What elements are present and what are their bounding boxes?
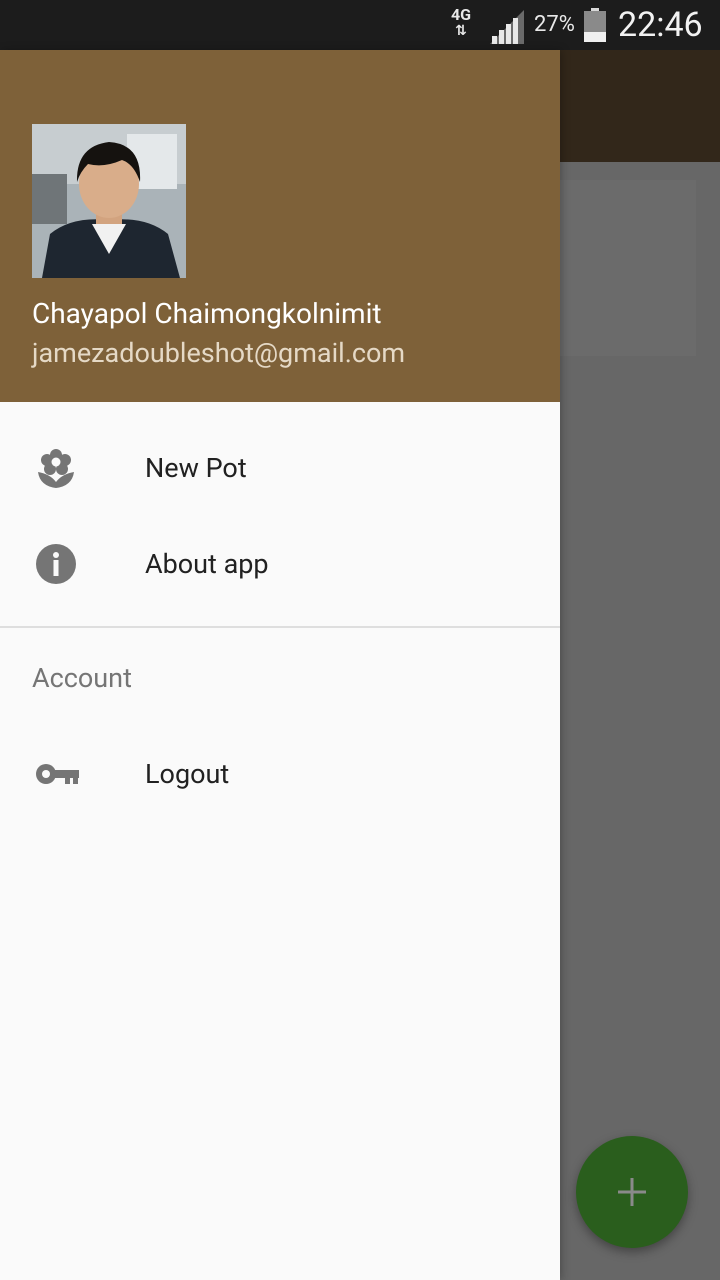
drawer-header: Chayapol Chaimongkolnimit jamezadoublesh… — [0, 50, 560, 402]
navigation-drawer: Chayapol Chaimongkolnimit jamezadoublesh… — [0, 50, 560, 1280]
add-pot-fab[interactable] — [576, 1136, 688, 1248]
user-email: jamezadoubleshot@gmail.com — [32, 337, 406, 369]
signal-icon — [490, 10, 524, 44]
menu-item-logout[interactable]: Logout — [0, 726, 560, 822]
data-arrows-icon: ⇅ — [455, 23, 467, 39]
status-bar: 4G ⇅ 27% 22:46 — [0, 0, 720, 50]
background-card — [560, 180, 696, 356]
network-type: 4G — [450, 5, 472, 24]
background-toolbar — [560, 50, 720, 162]
menu-label-new-pot: New Pot — [145, 452, 247, 484]
menu-item-about-app[interactable]: About app — [0, 516, 560, 612]
avatar[interactable] — [32, 124, 186, 278]
menu-divider — [0, 626, 560, 628]
plus-icon — [618, 1178, 646, 1206]
key-icon — [36, 764, 79, 784]
network-indicator: 4G ⇅ — [446, 6, 476, 44]
info-icon — [36, 544, 76, 584]
account-section-header: Account — [32, 662, 132, 694]
battery-icon — [584, 8, 606, 42]
menu-item-new-pot[interactable]: New Pot — [0, 420, 560, 516]
menu-label-logout: Logout — [145, 758, 230, 790]
menu-label-about-app: About app — [145, 548, 269, 580]
clock: 22:46 — [618, 5, 703, 45]
user-name: Chayapol Chaimongkolnimit — [32, 297, 382, 330]
avatar-photo — [32, 124, 186, 278]
battery-percent: 27% — [534, 12, 575, 37]
flower-icon — [38, 449, 74, 488]
